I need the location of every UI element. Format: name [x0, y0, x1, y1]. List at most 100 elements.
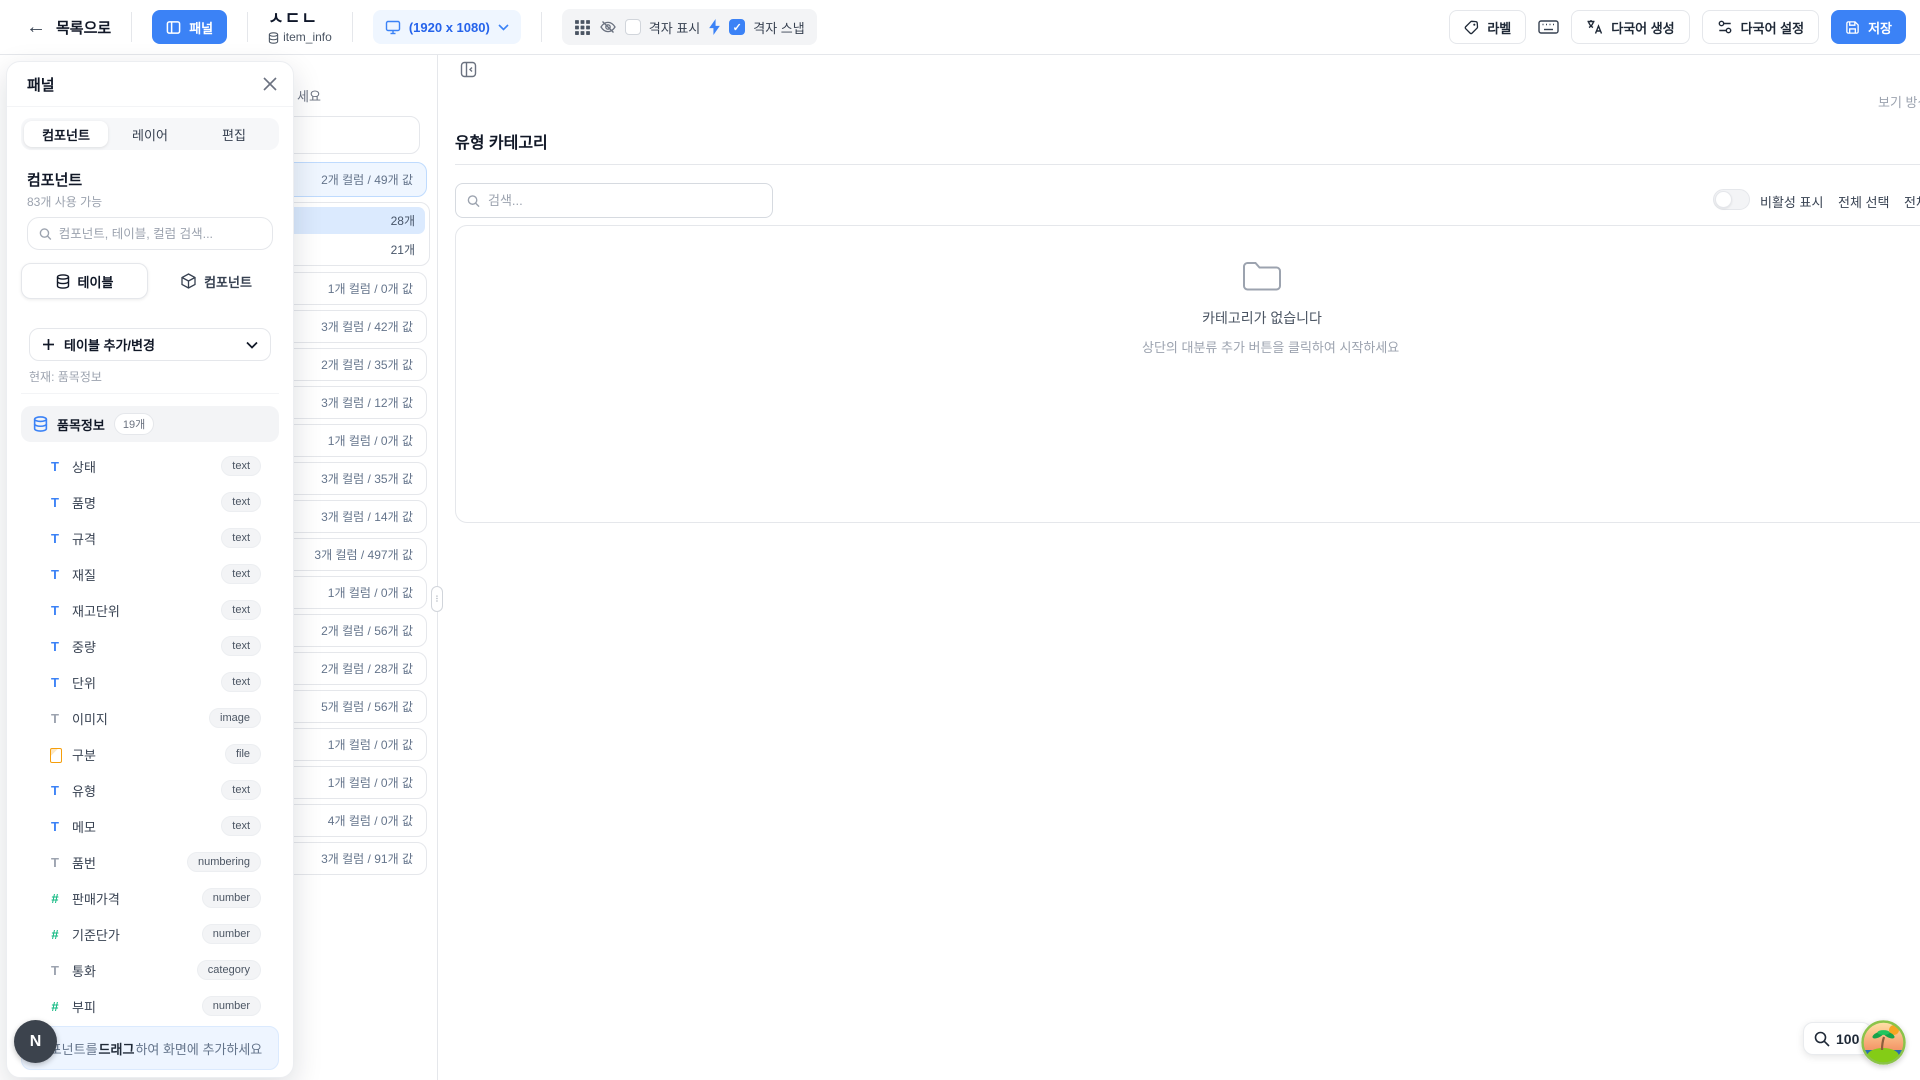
- add-table-button[interactable]: 테이블 추가/변경: [29, 328, 271, 361]
- inactive-toggle-label: 비활성 표시: [1760, 192, 1823, 211]
- field-type-badge: text: [221, 816, 261, 836]
- field-row[interactable]: T 품명 text: [7, 484, 293, 520]
- divider: [131, 12, 132, 42]
- field-type-badge: text: [221, 780, 261, 800]
- divider: [541, 12, 542, 42]
- divider: [21, 393, 279, 394]
- database-icon: [33, 416, 48, 432]
- mode-table-button[interactable]: 테이블: [21, 263, 148, 299]
- field-row[interactable]: # 기준단가 number: [7, 916, 293, 952]
- empty-state-content: 카테고리가 없습니다 상단의 대분류 추가 버튼을 클릭하여 시작하세요: [1142, 260, 1382, 356]
- label-button[interactable]: 라벨: [1449, 10, 1526, 44]
- panel-search-input[interactable]: [59, 227, 261, 241]
- page-title: ㅅㄷㄴ: [268, 9, 318, 29]
- field-type-badge: text: [221, 636, 261, 656]
- tab-edit[interactable]: 편집: [192, 121, 276, 147]
- field-type-icon: T: [46, 675, 64, 690]
- field-row[interactable]: T 통화 category: [7, 952, 293, 988]
- section-title: 유형 카테고리: [455, 129, 548, 153]
- field-row[interactable]: # 판매가격 number: [7, 880, 293, 916]
- field-type-badge: image: [209, 708, 261, 728]
- field-type-badge: numbering: [187, 852, 261, 872]
- table-field-count-badge: 19개: [114, 413, 154, 435]
- field-row[interactable]: T 상태 text: [7, 448, 293, 484]
- i18n-settings-button[interactable]: 다국어 설정: [1702, 10, 1819, 44]
- folder-icon: [1242, 260, 1282, 292]
- tab-components[interactable]: 컴포넌트: [24, 121, 108, 147]
- field-name: 품명: [72, 493, 96, 512]
- field-name: 중량: [72, 637, 96, 656]
- i18n-generate-button[interactable]: 다국어 생성: [1571, 10, 1689, 44]
- monitor-icon: [385, 20, 401, 35]
- field-row[interactable]: T 재질 text: [7, 556, 293, 592]
- zoom-level-value: 100: [1836, 1031, 1859, 1047]
- field-name: 단위: [72, 673, 96, 692]
- panel-icon: [166, 20, 181, 35]
- field-type-icon: T: [46, 639, 64, 654]
- grid-snap-checkbox[interactable]: [729, 19, 745, 35]
- field-name: 기준단가: [72, 925, 120, 944]
- field-name: 유형: [72, 781, 96, 800]
- tab-layers[interactable]: 레이어: [108, 121, 192, 147]
- field-row[interactable]: T 유형 text: [7, 772, 293, 808]
- field-type-badge: text: [221, 528, 261, 548]
- grid-icon: [574, 19, 591, 36]
- field-row[interactable]: T 이미지 image: [7, 700, 293, 736]
- field-type-badge: text: [221, 492, 261, 512]
- eye-off-icon[interactable]: [599, 19, 617, 35]
- field-type-badge: number: [202, 924, 261, 944]
- field-row[interactable]: # 부피 number: [7, 988, 293, 1024]
- chevron-down-icon: [246, 341, 258, 349]
- field-type-badge: category: [197, 960, 261, 980]
- back-to-list-button[interactable]: 목록으로: [56, 17, 111, 38]
- mode-component-button[interactable]: 컴포넌트: [154, 263, 279, 299]
- category-search-input[interactable]: [488, 193, 761, 208]
- field-type-badge: number: [202, 996, 261, 1016]
- keyboard-shortcuts-button[interactable]: [1538, 19, 1559, 35]
- panel-toggle-button[interactable]: 패널: [152, 10, 227, 44]
- collapse-sidebar-icon[interactable]: [460, 61, 477, 78]
- grid-show-label: 격자 표시: [649, 18, 700, 37]
- view-mode-label[interactable]: 보기 방식: [1878, 92, 1920, 111]
- field-row[interactable]: T 단위 text: [7, 664, 293, 700]
- topbar-left: ← 목록으로 패널 ㅅㄷㄴ item_info (1920 x 1080): [0, 0, 817, 54]
- search-icon: [467, 194, 480, 208]
- field-name: 재고단위: [72, 601, 120, 620]
- grid-show-checkbox[interactable]: [625, 19, 641, 35]
- category-search-box[interactable]: [455, 183, 773, 218]
- select-all-button[interactable]: 전체 선택: [1838, 192, 1889, 211]
- field-row[interactable]: 구분 file: [7, 736, 293, 772]
- field-row[interactable]: T 품번 numbering: [7, 844, 293, 880]
- topbar: ← 목록으로 패널 ㅅㄷㄴ item_info (1920 x 1080): [0, 0, 1920, 55]
- current-table-label: 현재: 품목정보: [29, 368, 102, 385]
- panel-resize-handle[interactable]: ⁝: [431, 586, 443, 612]
- save-button[interactable]: 저장: [1831, 10, 1906, 44]
- field-row[interactable]: T 메모 text: [7, 808, 293, 844]
- panel-search-box[interactable]: [27, 217, 273, 250]
- database-icon: [56, 274, 70, 289]
- back-arrow-icon[interactable]: ←: [26, 17, 46, 37]
- field-name: 규격: [72, 529, 96, 548]
- field-type-icon: #: [46, 927, 64, 942]
- components-available-count: 83개 사용 가능: [27, 193, 102, 210]
- field-list: T 상태 text T 품명 text T 규격 text T 재질 text …: [7, 448, 293, 1024]
- user-avatar-island[interactable]: [1861, 1020, 1906, 1065]
- field-type-badge: text: [221, 672, 261, 692]
- resolution-selector[interactable]: (1920 x 1080): [373, 10, 521, 44]
- field-name: 품번: [72, 853, 96, 872]
- field-name: 구분: [72, 745, 96, 764]
- close-icon[interactable]: [263, 77, 277, 91]
- field-row[interactable]: T 재고단위 text: [7, 592, 293, 628]
- inactive-toggle[interactable]: [1713, 189, 1750, 210]
- field-row[interactable]: T 중량 text: [7, 628, 293, 664]
- field-row[interactable]: T 규격 text: [7, 520, 293, 556]
- field-type-badge: text: [221, 456, 261, 476]
- topbar-right: 라벨 다국어 생성 다국어 설정 저장: [1449, 0, 1920, 54]
- field-type-icon: T: [46, 495, 64, 510]
- save-icon: [1845, 20, 1860, 35]
- field-type-icon: T: [46, 855, 64, 870]
- table-header-row[interactable]: 품목정보 19개: [21, 406, 279, 442]
- panel-title: 패널: [27, 74, 55, 95]
- clipped-action-button[interactable]: 전체 해제: [1904, 192, 1920, 211]
- field-type-icon: #: [46, 891, 64, 906]
